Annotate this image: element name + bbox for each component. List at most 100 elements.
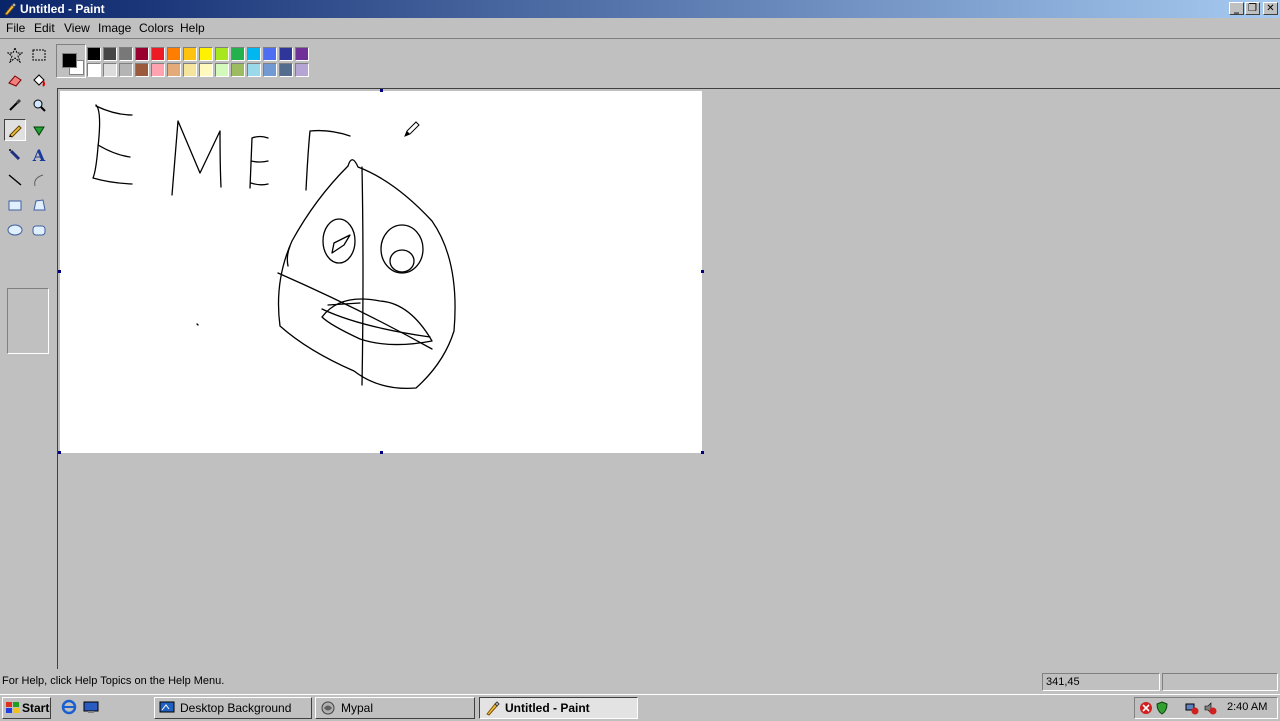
curve-tool[interactable] [28,169,50,191]
restore-button[interactable]: ❐ [1245,2,1260,15]
title-bar: Untitled - Paint _ ❐ ✕ [0,0,1280,18]
color-swatch[interactable] [151,63,165,77]
rectangle-icon [8,200,22,211]
resize-handle-corner[interactable] [701,451,704,454]
pick-color-tool[interactable] [4,94,26,116]
color-swatch[interactable] [231,63,245,77]
curve-icon [34,174,44,187]
color-swatch[interactable] [247,47,261,61]
color-swatch[interactable] [279,63,293,77]
ellipse-tool[interactable] [4,219,26,241]
close-button[interactable]: ✕ [1263,2,1278,15]
pencil-tool[interactable] [4,119,26,141]
foreground-color[interactable] [62,53,77,68]
security-shield-icon[interactable] [1155,701,1169,715]
minimize-button[interactable]: _ [1229,2,1244,15]
task-mypal[interactable]: Mypal [315,697,475,719]
free-form-select-tool[interactable] [4,44,26,66]
task-label: Untitled - Paint [505,701,590,715]
color-swatch[interactable] [119,47,133,61]
display-properties-icon [159,701,175,713]
network-disconnected-icon[interactable] [1185,701,1199,715]
minimize-icon: _ [1234,3,1239,14]
task-untitled-paint[interactable]: Untitled - Paint [479,697,638,719]
color-swatch[interactable] [135,47,149,61]
network-warning-icon[interactable] [1139,701,1153,715]
show-desktop-icon[interactable] [83,699,99,715]
task-label: Mypal [341,701,374,715]
drawing-canvas[interactable] [58,89,704,454]
resize-handle-right[interactable] [701,270,704,273]
color-swatch[interactable] [151,47,165,61]
color-swatch[interactable] [279,47,293,61]
menu-help[interactable]: Help [180,21,205,35]
menu-file[interactable]: File [6,21,25,35]
mypal-browser-icon [321,701,335,715]
color-swatch[interactable] [167,63,181,77]
color-swatch[interactable] [87,63,101,77]
color-swatch[interactable] [183,47,197,61]
color-swatch[interactable] [103,63,117,77]
airbrush-icon [9,149,21,161]
color-swatch[interactable] [199,63,213,77]
brush-tool[interactable] [28,119,50,141]
internet-explorer-icon[interactable] [61,699,77,715]
paint-bucket-icon [33,74,45,87]
color-palette [56,44,312,80]
clock[interactable]: 2:40 AM [1227,701,1267,713]
volume-muted-icon[interactable] [1203,701,1217,715]
rectangle-tool[interactable] [4,194,26,216]
airbrush-tool[interactable] [4,144,26,166]
color-swatch[interactable] [215,47,229,61]
menu-bar: File Edit View Image Colors Help [0,18,1280,39]
canvas-drawing [92,104,456,390]
color-swatch[interactable] [167,47,181,61]
polygon-tool[interactable] [28,194,50,216]
rounded-rectangle-tool[interactable] [28,219,50,241]
color-swatch[interactable] [295,63,309,77]
brush-icon [33,126,45,136]
polygon-icon [33,199,46,211]
eraser-icon [8,75,22,87]
tool-options-box[interactable] [7,288,49,354]
toolbox: A [0,40,56,668]
menu-view[interactable]: View [64,21,90,35]
menu-image[interactable]: Image [98,21,131,35]
color-swatch[interactable] [263,63,277,77]
resize-handle-bottom-left [58,451,61,454]
status-bar: For Help, click Help Topics on the Help … [0,672,1280,692]
resize-handle-bottom[interactable] [380,451,383,454]
cursor-coordinates: 341,45 [1042,673,1160,691]
pencil-icon [9,125,22,138]
restore-icon: ❐ [1248,3,1257,14]
color-swatch[interactable] [231,47,245,61]
status-help-text: For Help, click Help Topics on the Help … [2,675,225,687]
menu-colors[interactable]: Colors [139,21,174,35]
close-icon: ✕ [1266,3,1275,14]
color-swatch[interactable] [295,47,309,61]
task-desktop-background[interactable]: Desktop Background [154,697,312,719]
menu-edit[interactable]: Edit [34,21,55,35]
fill-tool[interactable] [28,69,50,91]
color-swatch[interactable] [119,63,133,77]
color-swatch[interactable] [103,47,117,61]
resize-handle-left [58,270,61,273]
color-swatch[interactable] [87,47,101,61]
paint-app-icon[interactable] [3,2,17,16]
color-swatch[interactable] [199,47,213,61]
color-swatch[interactable] [135,63,149,77]
color-swatch[interactable] [183,63,197,77]
magnifier-icon [33,99,46,112]
color-swatch[interactable] [263,47,277,61]
text-tool[interactable]: A [28,144,50,166]
line-tool[interactable] [4,169,26,191]
start-button[interactable]: Start [2,697,51,719]
color-swatch[interactable] [247,63,261,77]
system-tray: 2:40 AM [1134,697,1278,719]
text-a-icon: A [32,145,46,165]
color-swatch[interactable] [215,63,229,77]
select-tool[interactable] [28,44,50,66]
eraser-tool[interactable] [4,69,26,91]
magnifier-tool[interactable] [28,94,50,116]
taskbar: Start Desktop Background Mypal Untitled … [0,694,1280,721]
